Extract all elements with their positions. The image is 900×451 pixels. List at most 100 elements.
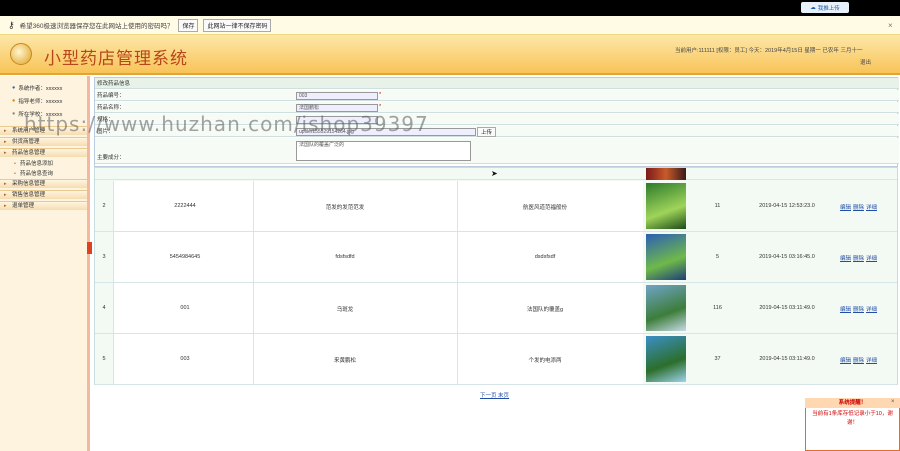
- table-cell-name: 乌斑龙: [336, 307, 354, 313]
- user-info: 当前用户:111111 [权限：员工] 今天：2019年4月15日 星期一 已农…: [675, 48, 863, 54]
- table-cell-time: 2019-04-15 03:11:49.0: [759, 305, 815, 311]
- table-row: 5 003 来黄鹏松 个发的电添两 37 2019-04-15 03:11:49.0 编辑删…: [95, 334, 897, 385]
- key-icon: ⚷: [8, 19, 15, 30]
- drug-thumbnail: [646, 336, 686, 382]
- table-cell-name: 范发的发范范发: [325, 205, 365, 211]
- drug-thumbnail: [646, 234, 686, 280]
- edit-link[interactable]: 编辑: [840, 203, 851, 211]
- cloud-upload-button[interactable]: ☁ 我推上传: [801, 2, 849, 13]
- form-title: 修改药品信息: [95, 78, 899, 89]
- mouse-cursor-icon: ➤: [491, 169, 498, 178]
- edit-link[interactable]: 编辑: [840, 254, 851, 262]
- table-cell-spec: 法国队的覆盖g: [526, 307, 564, 313]
- sidebar-info-author: ● 系统作者：xxxxxx: [12, 84, 63, 92]
- upload-button[interactable]: 上传: [477, 127, 497, 137]
- drug-name-input[interactable]: 法国鹏松: [296, 104, 378, 112]
- form-row-image: 图片：: [95, 126, 899, 137]
- notice-body: 当前有1条库存低记录小于10，谢谢！: [812, 411, 893, 426]
- teacher-icon: ●: [12, 97, 16, 104]
- detail-link[interactable]: 详细: [866, 305, 877, 313]
- delete-link[interactable]: 删除: [853, 203, 864, 211]
- table-cell-stock: 116: [713, 305, 722, 311]
- table-cell-name: fdsfsdfd: [335, 254, 355, 260]
- menu-sales[interactable]: 销售信息管理: [0, 190, 87, 200]
- close-icon[interactable]: ×: [891, 399, 895, 405]
- table-cell-stock: 11: [714, 203, 721, 209]
- table-cell-code: 001: [180, 305, 190, 311]
- table-row: 3 5454984645 fdsfsdfd dsdsfsdf 5 2019-04-15 0…: [95, 232, 897, 283]
- ingredient-textarea[interactable]: 法国队的覆盖广泛的: [296, 141, 471, 161]
- sidebar-info-school: ● 所在学校：xxxxxx: [12, 110, 63, 118]
- menu-suppliers[interactable]: 供货商管理: [0, 137, 87, 147]
- table-row: 4 001 乌斑龙 法国队的覆盖g 116 2019-04-15 03:11:49.0 编辑…: [95, 283, 897, 334]
- menu-returns[interactable]: 退单管理: [0, 201, 87, 211]
- edit-drug-form: 修改药品信息 药品编号： 003 * 药品名称： 法国鹏松 * 规格： 图片： …: [94, 77, 899, 167]
- submenu-drug-add[interactable]: 药品信息添加: [0, 159, 87, 169]
- drug-thumbnail: [646, 168, 686, 180]
- pager: 下一页 末页: [480, 391, 509, 399]
- column-divider: [457, 283, 458, 333]
- table-cell-spec: 航医风道范福般份: [522, 205, 567, 211]
- form-row-ingredient: 主要成分：: [95, 138, 899, 164]
- drug-thumbnail: [646, 183, 686, 229]
- edit-link[interactable]: 编辑: [840, 356, 851, 364]
- table-cell-index: 3: [102, 254, 106, 260]
- delete-link[interactable]: 删除: [853, 305, 864, 313]
- table-cell-index: 2: [102, 203, 106, 209]
- password-save-bar: ⚷ 希望360极速浏览器保存您在此网站上使用的密码吗？ 保存 此网站一律不保存密…: [0, 16, 900, 35]
- form-row-code: 药品编号：: [95, 90, 899, 101]
- submenu-drug-query[interactable]: 药品信息查询: [0, 169, 87, 179]
- logout-link[interactable]: 退出: [860, 58, 871, 66]
- table-cell-stock: 5: [715, 254, 720, 260]
- table-cell-index: 5: [102, 356, 106, 362]
- user-icon: ●: [12, 84, 16, 91]
- required-mark: *: [379, 104, 382, 110]
- detail-link[interactable]: 详细: [866, 203, 877, 211]
- sidebar-info-teacher: ● 指导老师：xxxxxx: [12, 97, 63, 105]
- table-cell-code: 5454984645: [169, 254, 201, 260]
- form-row-spec: 规格：: [95, 114, 899, 125]
- column-divider: [457, 334, 458, 384]
- table-cell-time: 2019-04-15 12:53:23.0: [759, 203, 815, 209]
- column-divider: [253, 232, 254, 282]
- image-path-input[interactable]: upfile/155529154264.jpg: [296, 128, 476, 136]
- menu-system-users[interactable]: 系统用户管理: [0, 126, 87, 136]
- next-page-link[interactable]: 下一页: [480, 393, 497, 399]
- table-cell-code: 2222444: [174, 203, 196, 209]
- last-page-link[interactable]: 末页: [498, 393, 509, 399]
- column-divider: [253, 334, 254, 384]
- sidebar-toggle[interactable]: [87, 242, 92, 254]
- table-cell-spec: dsdsfsdf: [534, 254, 556, 260]
- drug-spec-input[interactable]: [296, 116, 378, 124]
- table-cell-name: 来黄鹏松: [333, 358, 356, 364]
- table-cell-index: 4: [102, 305, 106, 311]
- app-title: 小型药店管理系统: [44, 49, 188, 69]
- delete-link[interactable]: 删除: [853, 356, 864, 364]
- table-row: 2 2222444 范发的发范范发 航医风道范福般份 11 2019-04-15 12:5…: [95, 181, 897, 232]
- never-save-button[interactable]: 此网站一律不保存密码: [203, 18, 272, 32]
- menu-drug-info[interactable]: 药品信息管理: [0, 148, 87, 158]
- form-row-name: 药品名称：: [95, 102, 899, 113]
- column-divider: [457, 232, 458, 282]
- detail-link[interactable]: 详细: [866, 356, 877, 364]
- save-password-button[interactable]: 保存: [178, 18, 199, 32]
- edit-link[interactable]: 编辑: [840, 305, 851, 313]
- delete-link[interactable]: 删除: [853, 254, 864, 262]
- drug-code-input[interactable]: 003: [296, 92, 378, 100]
- table-cell-code: 003: [180, 356, 190, 362]
- detail-link[interactable]: 详细: [866, 254, 877, 262]
- cloud-icon: ☁: [810, 4, 816, 11]
- drug-thumbnail: [646, 285, 686, 331]
- table-cell-time: 2019-04-15 03:16:45.0: [759, 254, 815, 260]
- logo-icon: [10, 43, 32, 65]
- column-divider: [457, 181, 458, 231]
- sidebar: ●系统作者：xxxxxx ●指导老师：xxxxxx ●所在学校：xxxxxx 系…: [0, 76, 90, 451]
- password-prompt: 希望360极速浏览器保存您在此网站上使用的密码吗？: [19, 23, 174, 30]
- drug-table: 2 2222444 范发的发范范发 航医风道范福般份 11 2019-04-15 12:5…: [94, 167, 898, 385]
- table-cell-stock: 37: [714, 356, 721, 362]
- close-icon[interactable]: ×: [888, 21, 893, 30]
- school-icon: ●: [12, 110, 16, 117]
- table-cell-spec: 个发的电添两: [528, 358, 562, 364]
- table-cell-time: 2019-04-15 03:11:49.0: [759, 356, 815, 362]
- menu-purchase[interactable]: 采购信息管理: [0, 179, 87, 189]
